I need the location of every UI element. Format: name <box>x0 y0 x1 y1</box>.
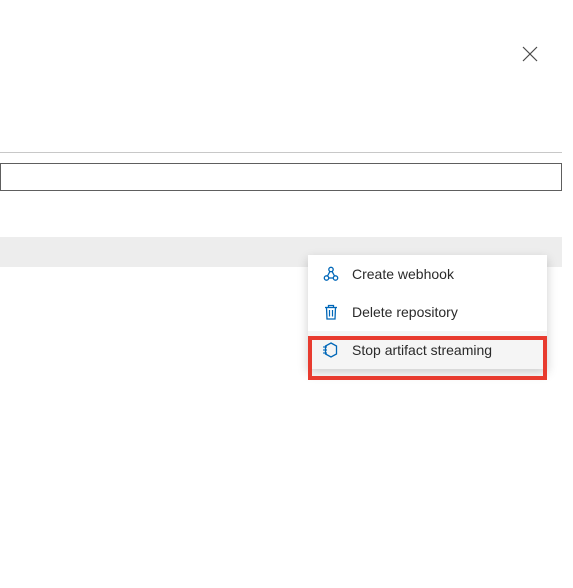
menu-item-delete-repository[interactable]: Delete repository <box>308 293 547 331</box>
menu-item-stop-artifact-streaming[interactable]: Stop artifact streaming <box>308 331 547 369</box>
menu-item-label: Delete repository <box>352 304 458 320</box>
close-button[interactable] <box>520 45 540 65</box>
stop-streaming-icon <box>322 341 340 359</box>
menu-item-label: Stop artifact streaming <box>352 342 492 358</box>
context-menu: Create webhook Delete repository Stop ar… <box>308 255 547 369</box>
text-input[interactable] <box>0 163 562 191</box>
menu-item-label: Create webhook <box>352 266 454 282</box>
trash-icon <box>322 303 340 321</box>
webhook-icon <box>322 265 340 283</box>
menu-item-create-webhook[interactable]: Create webhook <box>308 255 547 293</box>
divider <box>0 152 562 153</box>
close-icon <box>522 46 538 65</box>
